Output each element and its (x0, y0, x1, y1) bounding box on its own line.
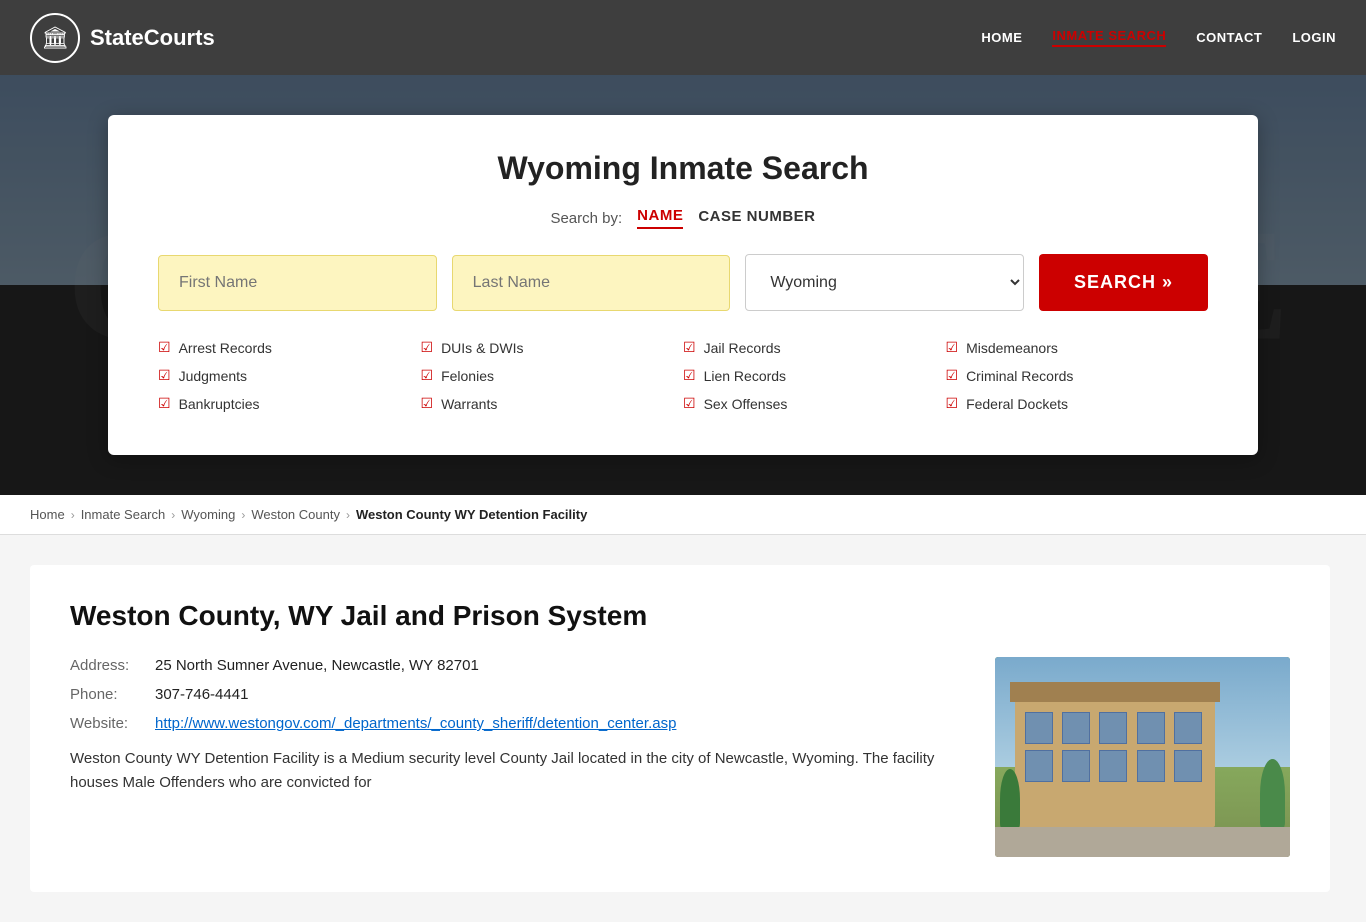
features-grid: ☑ Arrest Records ☑ DUIs & DWIs ☑ Jail Re… (158, 336, 1208, 415)
logo-text: StateCourts (90, 25, 215, 51)
breadcrumb-home[interactable]: Home (30, 507, 65, 522)
feature-label-12: Federal Dockets (966, 396, 1068, 412)
website-label: Website: (70, 715, 145, 732)
content-layout: Address: 25 North Sumner Avenue, Newcast… (70, 657, 1290, 857)
building-bg (995, 657, 1290, 857)
breadcrumb-sep-3: › (241, 508, 245, 522)
address-label: Address: (70, 657, 145, 674)
feature-misdemeanors: ☑ Misdemeanors (946, 336, 1209, 359)
check-icon-9: ☑ (158, 395, 171, 412)
state-select[interactable]: Wyoming Alabama Alaska Arizona (745, 254, 1024, 311)
tab-name[interactable]: NAME (637, 207, 683, 229)
breadcrumb-inmate-search[interactable]: Inmate Search (81, 507, 166, 522)
feature-label-6: Felonies (441, 368, 494, 384)
nav-inmate-search[interactable]: INMATE SEARCH (1052, 28, 1166, 47)
nav-home[interactable]: HOME (981, 30, 1022, 45)
breadcrumb-sep-4: › (346, 508, 350, 522)
search-card: Wyoming Inmate Search Search by: NAME CA… (108, 115, 1258, 455)
feature-jail-records: ☑ Jail Records (683, 336, 946, 359)
building-roof (1010, 682, 1220, 702)
content-area: Weston County, WY Jail and Prison System… (0, 535, 1366, 922)
check-icon-5: ☑ (158, 367, 171, 384)
website-link[interactable]: http://www.westongov.com/_departments/_c… (155, 715, 676, 732)
search-inputs-row: Wyoming Alabama Alaska Arizona SEARCH » (158, 254, 1208, 311)
feature-duis-dwis: ☑ DUIs & DWIs (421, 336, 684, 359)
search-card-title: Wyoming Inmate Search (158, 150, 1208, 187)
feature-label-8: Criminal Records (966, 368, 1073, 384)
feature-label-2: DUIs & DWIs (441, 340, 523, 356)
check-icon-7: ☑ (683, 367, 696, 384)
tab-case-number[interactable]: CASE NUMBER (698, 208, 815, 228)
feature-label-9: Bankruptcies (179, 396, 260, 412)
building-structure (1015, 697, 1215, 827)
check-icon-2: ☑ (421, 339, 434, 356)
phone-label: Phone: (70, 686, 145, 703)
info-block: Address: 25 North Sumner Avenue, Newcast… (70, 657, 955, 795)
feature-label-7: Lien Records (704, 368, 787, 384)
feature-label-3: Jail Records (704, 340, 781, 356)
check-icon-10: ☑ (421, 395, 434, 412)
breadcrumb-sep-1: › (71, 508, 75, 522)
facility-image (995, 657, 1290, 857)
logo-icon: 🏛 (30, 13, 80, 63)
tree-right (1260, 759, 1285, 829)
description-text: Weston County WY Detention Facility is a… (70, 747, 955, 795)
feature-judgments: ☑ Judgments (158, 364, 421, 387)
check-icon-8: ☑ (946, 367, 959, 384)
address-value: 25 North Sumner Avenue, Newcastle, WY 82… (155, 657, 479, 674)
nav-bar: HOME INMATE SEARCH CONTACT LOGIN (981, 28, 1336, 47)
nav-login[interactable]: LOGIN (1292, 30, 1336, 45)
feature-label-10: Warrants (441, 396, 497, 412)
feature-label-5: Judgments (179, 368, 247, 384)
phone-value: 307-746-4441 (155, 686, 248, 703)
tree-left (1000, 769, 1020, 829)
feature-felonies: ☑ Felonies (421, 364, 684, 387)
feature-bankruptcies: ☑ Bankruptcies (158, 392, 421, 415)
feature-label-4: Misdemeanors (966, 340, 1058, 356)
feature-sex-offenses: ☑ Sex Offenses (683, 392, 946, 415)
check-icon-3: ☑ (683, 339, 696, 356)
content-card: Weston County, WY Jail and Prison System… (30, 565, 1330, 892)
feature-lien-records: ☑ Lien Records (683, 364, 946, 387)
sidewalk (995, 827, 1290, 857)
breadcrumb-sep-2: › (171, 508, 175, 522)
website-row: Website: http://www.westongov.com/_depar… (70, 715, 955, 732)
feature-arrest-records: ☑ Arrest Records (158, 336, 421, 359)
breadcrumb: Home › Inmate Search › Wyoming › Weston … (0, 495, 1366, 535)
feature-label-1: Arrest Records (179, 340, 272, 356)
nav-contact[interactable]: CONTACT (1196, 30, 1262, 45)
check-icon-12: ☑ (946, 395, 959, 412)
phone-row: Phone: 307-746-4441 (70, 686, 955, 703)
breadcrumb-weston-county[interactable]: Weston County (251, 507, 340, 522)
logo[interactable]: 🏛 StateCourts (30, 13, 215, 63)
last-name-input[interactable] (452, 255, 731, 311)
header: 🏛 StateCourts HOME INMATE SEARCH CONTACT… (0, 0, 1366, 75)
check-icon-1: ☑ (158, 339, 171, 356)
search-by-row: Search by: NAME CASE NUMBER (158, 207, 1208, 229)
feature-federal-dockets: ☑ Federal Dockets (946, 392, 1209, 415)
building-windows (1025, 712, 1205, 782)
search-by-label: Search by: (550, 210, 622, 227)
breadcrumb-current: Weston County WY Detention Facility (356, 507, 587, 522)
feature-criminal-records: ☑ Criminal Records (946, 364, 1209, 387)
first-name-input[interactable] (158, 255, 437, 311)
feature-label-11: Sex Offenses (704, 396, 788, 412)
breadcrumb-wyoming[interactable]: Wyoming (181, 507, 235, 522)
facility-title: Weston County, WY Jail and Prison System (70, 600, 1290, 632)
feature-warrants: ☑ Warrants (421, 392, 684, 415)
search-button[interactable]: SEARCH » (1039, 254, 1208, 311)
check-icon-6: ☑ (421, 367, 434, 384)
address-row: Address: 25 North Sumner Avenue, Newcast… (70, 657, 955, 674)
check-icon-11: ☑ (683, 395, 696, 412)
hero-section: COURTHOUSE Wyoming Inmate Search Search … (0, 75, 1366, 495)
check-icon-4: ☑ (946, 339, 959, 356)
